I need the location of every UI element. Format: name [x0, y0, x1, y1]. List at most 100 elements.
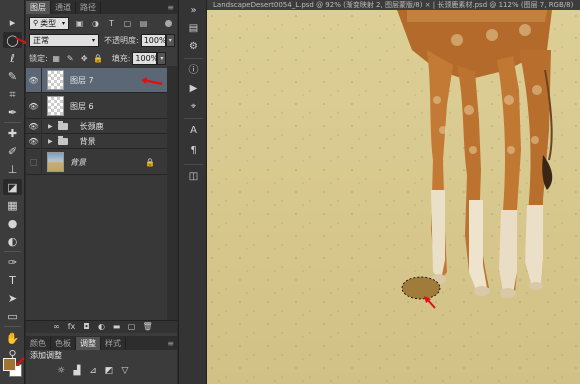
dock-divider: [184, 118, 203, 119]
tab-adjustments[interactable]: 调整: [76, 337, 101, 350]
quick-selection-tool-icon[interactable]: ✎: [3, 68, 22, 84]
path-selection-tool-icon[interactable]: ➤: [3, 290, 22, 306]
panel-menu-icon[interactable]: ≡: [164, 1, 177, 14]
adjustment-filter-icon[interactable]: ◑: [90, 18, 101, 29]
new-layer-icon[interactable]: ▢: [128, 323, 136, 331]
eyedropper-tool-icon[interactable]: ✒: [3, 104, 22, 120]
pen-tool-icon[interactable]: ✑: [3, 254, 22, 270]
rectangle-tool-icon[interactable]: ▭: [3, 308, 22, 324]
tab-paths[interactable]: 路径: [76, 1, 101, 14]
layer-thumbnail: [47, 96, 64, 116]
new-group-icon[interactable]: ▬: [113, 323, 121, 331]
document-canvas[interactable]: [207, 10, 580, 384]
tab-styles[interactable]: 样式: [101, 337, 126, 350]
hand-tool-icon[interactable]: ✋: [3, 330, 22, 346]
document-window: LandscapeDesert0054_L.psd @ 92% (渐变映射 2,…: [207, 0, 580, 384]
blend-mode-dropdown[interactable]: 正常 ▾: [29, 33, 99, 47]
visibility-eye-icon[interactable]: 👁: [26, 68, 42, 92]
properties-icon[interactable]: ⚙: [186, 40, 201, 53]
filter-kind-value: 类型: [40, 18, 57, 28]
visibility-eye-icon[interactable]: 👁: [26, 135, 42, 148]
history-icon[interactable]: ▤: [186, 22, 201, 35]
toolbar-divider: [4, 251, 21, 252]
fill-dropdown-icon[interactable]: ▾: [157, 51, 167, 65]
layer-name: 图层 6: [70, 101, 94, 111]
filter-toggle-icon[interactable]: [165, 19, 172, 27]
lock-image-icon[interactable]: ✎: [65, 53, 76, 64]
lock-all-icon[interactable]: 🔒: [93, 53, 104, 64]
lasso-tool-icon[interactable]: ℓ: [3, 50, 22, 66]
add-mask-icon[interactable]: ◘: [83, 323, 91, 331]
character-icon[interactable]: A: [186, 124, 201, 137]
panel-dock: » ▤ ⚙ ⓘ ▶ ⌖ A ¶ ◫: [178, 0, 207, 384]
gradient-tool-icon[interactable]: ▦: [3, 197, 22, 213]
clone-stamp-tool-icon[interactable]: ⊥: [3, 161, 22, 177]
dock-divider: [184, 58, 203, 59]
info-icon[interactable]: ⓘ: [186, 62, 201, 76]
layers-scrollbar[interactable]: [167, 66, 177, 320]
adjustments-tabbar: 颜色 色板 调整 样式 ≡: [26, 336, 177, 350]
layer-filter-row: ⚲ 类型 ▾ ▣ ◑ T ▢ ▤: [26, 16, 177, 30]
dock-divider: [184, 164, 203, 165]
dodge-tool-icon[interactable]: ◐: [3, 233, 22, 249]
adjustment-layer-icon[interactable]: ◐: [98, 323, 106, 331]
layers-tabbar: 图层 通道 路径 ≡: [26, 0, 177, 14]
layer-row-6[interactable]: 👁 图层 6: [26, 94, 167, 119]
tab-layers[interactable]: 图层: [26, 1, 51, 14]
blur-tool-icon[interactable]: ●: [3, 215, 22, 231]
lock-transparent-icon[interactable]: ▦: [51, 53, 62, 64]
filter-kind-dropdown[interactable]: ⚲ 类型 ▾: [29, 16, 69, 30]
layer-thumbnail: [47, 70, 64, 90]
layers-footer: ∞ fx ◘ ◐ ▬ ▢ 🗑: [26, 320, 177, 333]
expand-arrow-icon[interactable]: ▶: [48, 138, 53, 145]
pixel-filter-icon[interactable]: ▣: [74, 18, 85, 29]
delete-layer-icon[interactable]: 🗑: [143, 323, 153, 331]
layers-list: 👁 图层 7 👁 图层 6 👁 ▶ 长颈鹿 👁 ▶ 背景 背景 🔒: [26, 66, 177, 320]
visibility-box[interactable]: [26, 150, 42, 174]
type-tool-icon[interactable]: T: [3, 272, 22, 288]
tools-bar: ▸ ◯ ℓ ✎ ⌗ ✒ ✚ ✐ ⊥ ◪ ▦ ● ◐ ✑ T ➤ ▭ ✋ ⚲: [0, 0, 27, 384]
brightness-contrast-icon[interactable]: ☼: [56, 366, 66, 376]
link-layers-icon[interactable]: ∞: [53, 323, 61, 331]
spot-healing-brush-tool-icon[interactable]: ✚: [3, 125, 22, 141]
actions-icon[interactable]: ▶: [186, 82, 201, 95]
shape-filter-icon[interactable]: ▢: [122, 18, 133, 29]
blend-row: 正常 ▾ 不透明度: 100% ▾: [26, 33, 177, 47]
collapse-dock-icon[interactable]: »: [186, 4, 201, 17]
visibility-eye-icon[interactable]: 👁: [26, 94, 42, 118]
exposure-icon[interactable]: ◩: [104, 366, 114, 376]
toolbar-divider: [4, 122, 21, 123]
annotation-arrow-icon: [141, 77, 163, 86]
vibrance-icon[interactable]: ▽: [120, 366, 130, 376]
levels-icon[interactable]: ▟: [72, 366, 82, 376]
paragraph-icon[interactable]: ¶: [186, 144, 201, 157]
lock-row: 锁定: ▦ ✎ ✥ 🔒 填充: 100% ▾: [26, 51, 177, 65]
panel-menu-icon[interactable]: ≡: [164, 337, 177, 350]
folder-icon: [57, 136, 68, 145]
toolbar-divider: [4, 326, 21, 327]
crop-tool-icon[interactable]: ⌗: [3, 86, 22, 102]
brush-tool-icon[interactable]: ✐: [3, 143, 22, 159]
document-tab[interactable]: LandscapeDesert0054_L.psd @ 92% (渐变映射 2,…: [207, 0, 580, 10]
visibility-eye-icon[interactable]: 👁: [26, 120, 42, 133]
smart-object-filter-icon[interactable]: ▤: [138, 18, 149, 29]
opacity-dropdown-icon[interactable]: ▾: [165, 33, 175, 47]
layer-group-background[interactable]: 👁 ▶ 背景: [26, 135, 167, 149]
curves-icon[interactable]: ⊿: [88, 366, 98, 376]
expand-arrow-icon[interactable]: ▶: [48, 123, 53, 130]
tab-color[interactable]: 颜色: [26, 337, 51, 350]
fill-field[interactable]: 100%: [132, 51, 158, 65]
layer-group-giraffe[interactable]: 👁 ▶ 长颈鹿: [26, 120, 167, 134]
eraser-tool-icon[interactable]: ◪: [3, 179, 22, 195]
move-tool-icon[interactable]: ▸: [3, 14, 22, 30]
tab-channels[interactable]: 通道: [51, 1, 76, 14]
tab-swatches[interactable]: 色板: [51, 337, 76, 350]
layer-style-icon[interactable]: fx: [68, 323, 76, 331]
navigator-icon[interactable]: ⌖: [186, 100, 201, 113]
layer-row-background[interactable]: 背景 🔒: [26, 150, 167, 175]
opacity-field[interactable]: 100%: [140, 33, 167, 47]
tool-presets-icon[interactable]: ◫: [186, 170, 201, 183]
layer-name: 图层 7: [70, 75, 94, 85]
lock-position-icon[interactable]: ✥: [79, 53, 90, 64]
type-filter-icon[interactable]: T: [106, 18, 117, 29]
